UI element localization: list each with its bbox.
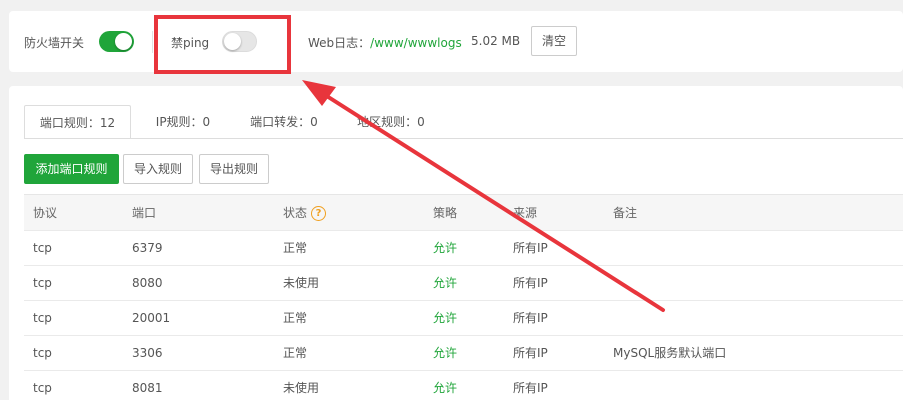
weblog-path-link[interactable]: /www/wwwlogs [370, 36, 462, 50]
table-header: 协议 端口 状态? 策略 来源 备注 [24, 194, 903, 230]
cell-status: 正常 [283, 346, 308, 360]
header-source: 来源 [513, 206, 538, 220]
cell-policy: 允许 [433, 311, 458, 325]
tab-region-rules[interactable]: 地区规则：0 [342, 105, 440, 139]
cell-source: 所有IP [513, 346, 548, 360]
cell-port: 8081 [132, 381, 163, 395]
clear-logs-button[interactable]: 清空 [531, 26, 577, 56]
cell-port: 6379 [132, 241, 163, 255]
cell-policy: 允许 [433, 346, 458, 360]
add-port-rule-button[interactable]: 添加端口规则 [24, 154, 119, 184]
header-protocol: 协议 [33, 206, 58, 220]
header-remark: 备注 [613, 206, 638, 220]
import-rules-button[interactable]: 导入规则 [123, 154, 193, 184]
table-row: tcp 8081 未使用 允许 所有IP [24, 370, 903, 400]
cell-port: 3306 [132, 346, 163, 360]
tab-underline [24, 138, 903, 139]
header-status-label: 状态 [283, 206, 308, 220]
tab-port-forward[interactable]: 端口转发：0 [235, 105, 333, 139]
cell-port: 8080 [132, 276, 163, 290]
weblog-label: Web日志：/www/wwwlogs [308, 34, 462, 51]
weblog-size: 5.02 MB [471, 34, 521, 48]
cell-source: 所有IP [513, 241, 548, 255]
weblog-title: Web日志： [308, 36, 371, 50]
firewall-switch-label: 防火墙开关 [24, 36, 85, 50]
cell-policy: 允许 [433, 241, 458, 255]
cell-protocol: tcp [33, 381, 52, 395]
cell-status: 未使用 [283, 381, 320, 395]
cell-status: 正常 [283, 311, 308, 325]
cell-port: 20001 [132, 311, 171, 325]
export-rules-button[interactable]: 导出规则 [199, 154, 269, 184]
cell-source: 所有IP [513, 311, 548, 325]
table-row: tcp 6379 正常 允许 所有IP [24, 230, 903, 265]
cell-protocol: tcp [33, 311, 52, 325]
cell-protocol: tcp [33, 276, 52, 290]
help-icon[interactable]: ? [311, 206, 327, 221]
table-row: tcp 20001 正常 允许 所有IP [24, 300, 903, 335]
annotation-highlight-box [154, 15, 291, 74]
divider [152, 31, 153, 53]
toggle-knob [115, 33, 132, 50]
header-policy: 策略 [433, 206, 458, 220]
cell-source: 所有IP [513, 381, 548, 395]
cell-status: 未使用 [283, 276, 320, 290]
firewall-toggle[interactable] [99, 31, 134, 52]
cell-status: 正常 [283, 241, 308, 255]
tab-ip-rules[interactable]: IP规则：0 [139, 105, 227, 139]
cell-remark: MySQL服务默认端口 [613, 346, 727, 360]
cell-policy: 允许 [433, 381, 458, 395]
cell-protocol: tcp [33, 241, 52, 255]
rules-panel: 端口规则：12 IP规则：0 端口转发：0 地区规则：0 添加端口规则 导入规则… [9, 86, 903, 400]
tab-port-rules[interactable]: 端口规则：12 [24, 105, 131, 139]
cell-policy: 允许 [433, 276, 458, 290]
table-row: tcp 8080 未使用 允许 所有IP [24, 265, 903, 300]
settings-bar: 防火墙开关 禁ping Web日志：/www/wwwlogs 5.02 MB 清… [9, 11, 903, 72]
table-row: tcp 3306 正常 允许 所有IP MySQL服务默认端口 [24, 335, 903, 370]
header-port: 端口 [132, 206, 157, 220]
cell-source: 所有IP [513, 276, 548, 290]
header-status: 状态? [283, 195, 327, 231]
cell-protocol: tcp [33, 346, 52, 360]
